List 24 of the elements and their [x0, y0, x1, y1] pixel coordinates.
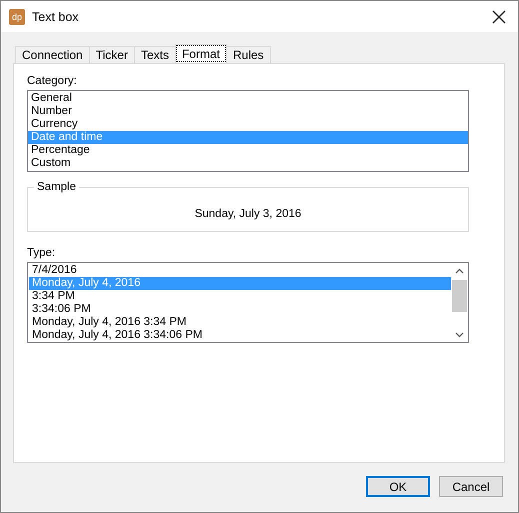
list-item[interactable]: Custom [28, 157, 468, 170]
list-item[interactable]: Number [28, 105, 468, 118]
list-item[interactable]: Currency [28, 118, 468, 131]
tab[interactable]: Connection [15, 46, 90, 63]
scroll-down-icon[interactable] [454, 332, 464, 338]
sample-text: Sunday, July 3, 2016 [194, 208, 302, 220]
dialog-button[interactable]: Cancel [439, 476, 503, 497]
scroll-up-icon[interactable] [454, 268, 464, 274]
tab[interactable]: Format [174, 44, 227, 63]
field-label: Type: [27, 246, 56, 260]
tab[interactable]: Rules [226, 46, 271, 63]
field-label: Category: [27, 74, 78, 88]
group-legend: Sample [34, 180, 79, 194]
close-icon[interactable] [492, 10, 506, 24]
list-item[interactable]: Monday, July 4, 2016 3:34:06 PM [29, 329, 451, 342]
list-item[interactable]: Percentage [28, 144, 468, 157]
list-item[interactable]: General [28, 92, 468, 105]
list-item[interactable]: 3:34:06 PM [29, 303, 451, 316]
list-item[interactable]: Monday, July 4, 2016 3:34 PM [29, 316, 451, 329]
app-icon: dp [9, 8, 25, 24]
window-title: Text box [32, 10, 80, 24]
dialog-button[interactable]: OK [366, 476, 430, 497]
list-item[interactable]: 3:34 PM [29, 290, 451, 303]
list-item[interactable]: 7/4/2016 [29, 264, 451, 277]
